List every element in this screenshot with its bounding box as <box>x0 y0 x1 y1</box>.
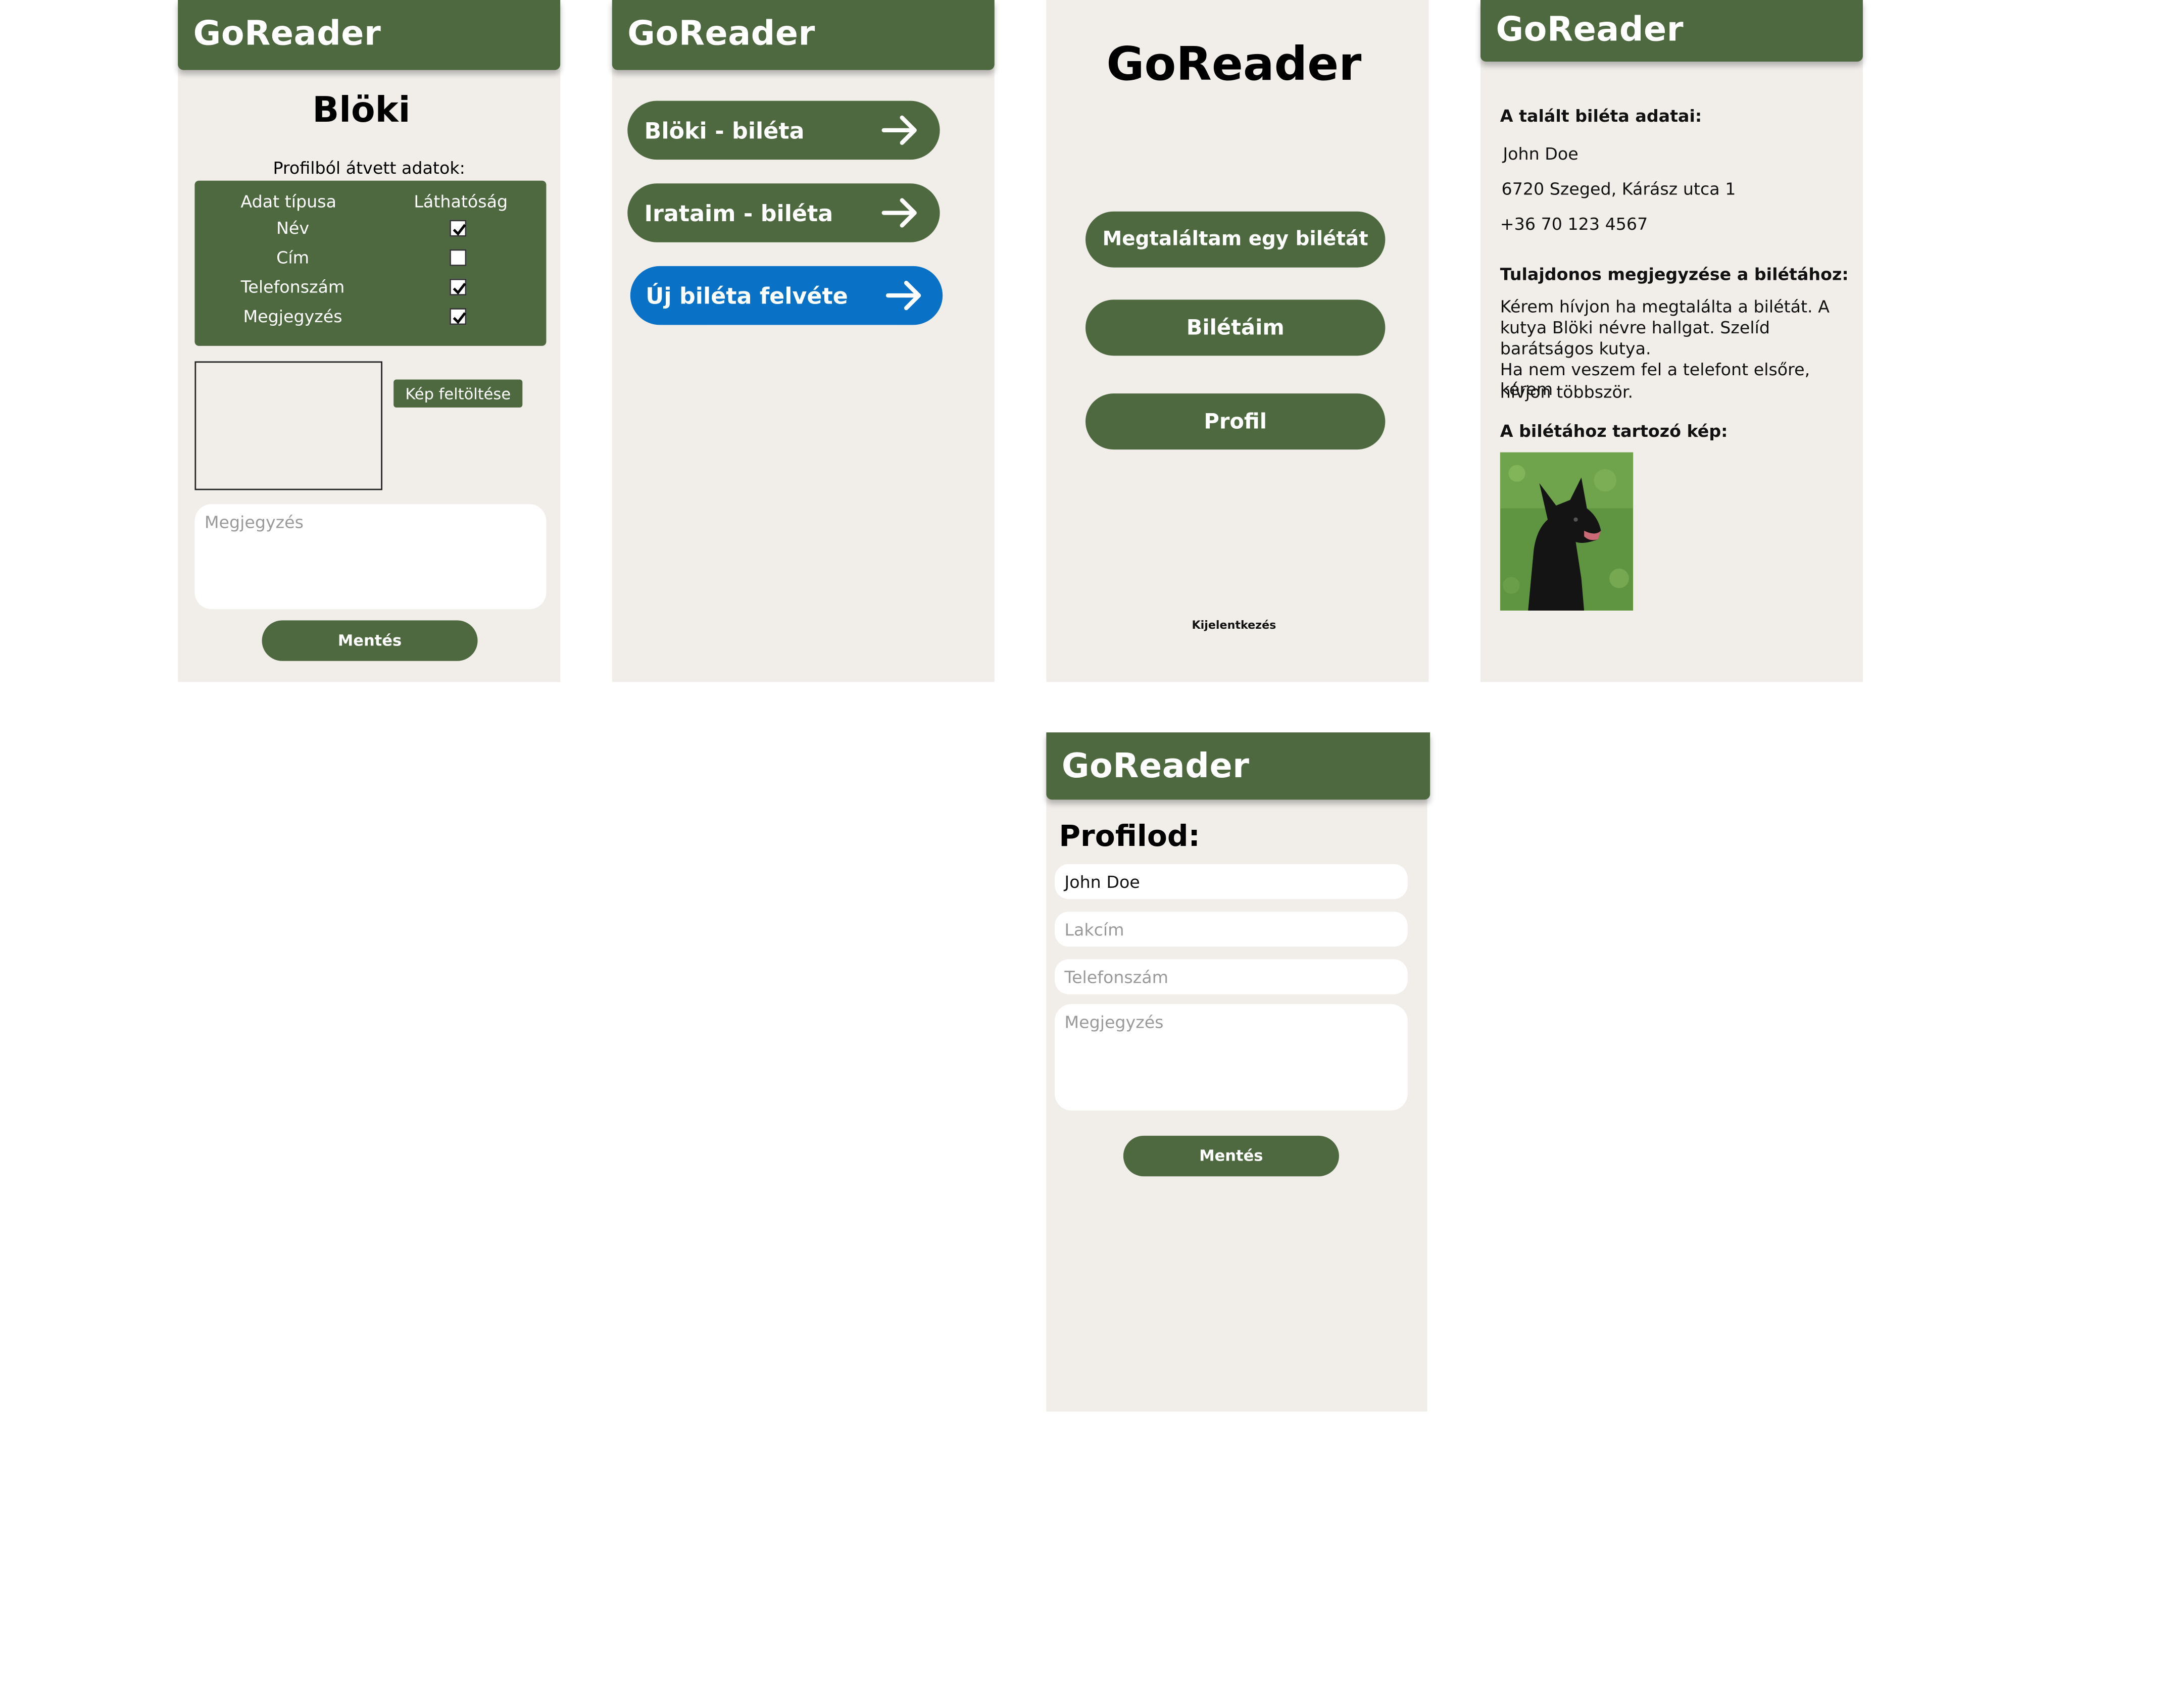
screen-tag-edit: GoReader Blöki Profilból átvett adatok: … <box>178 0 561 682</box>
dog-photo <box>1500 452 1634 611</box>
visibility-row-address: Cím <box>194 245 546 273</box>
owner-note-line: hívjon többször. <box>1500 382 1634 402</box>
app-title: GoReader <box>1496 10 1684 49</box>
add-new-tag-label: Új biléta felvéte <box>646 282 848 309</box>
visibility-checkbox-address[interactable] <box>450 249 467 266</box>
tag-item-documents[interactable]: Irataim - biléta <box>627 183 940 242</box>
app-title: GoReader <box>627 14 815 54</box>
visibility-row-note: Megjegyzés <box>194 304 546 332</box>
tag-name-title: Blöki <box>312 89 411 130</box>
checkmark-icon <box>453 312 466 324</box>
mockup-canvas: GoReader Blöki Profilból átvett adatok: … <box>0 0 2171 1708</box>
app-header: GoReader <box>178 0 561 70</box>
row-label: Megjegyzés <box>243 307 342 327</box>
save-button[interactable]: Mentés <box>262 620 478 661</box>
profile-note-textarea[interactable]: Megjegyzés <box>1054 1004 1408 1111</box>
visibility-row-phone: Telefonszám <box>194 274 546 302</box>
found-data-heading: A talált biléta adatai: <box>1500 106 1702 126</box>
tag-item-label: Irataim - biléta <box>644 199 833 226</box>
visibility-table-header: Adat típusa Láthatóság <box>194 189 546 217</box>
owner-note-line: barátságos kutya. <box>1500 339 1651 359</box>
visibility-checkbox-note[interactable] <box>450 308 467 325</box>
image-preview-box <box>194 361 383 490</box>
profile-phone-field[interactable]: Telefonszám <box>1054 959 1408 994</box>
tag-item-bloki[interactable]: Blöki - biléta <box>627 101 940 160</box>
screen-profile: GoReader Profilod: John Doe Lakcím Telef… <box>1046 732 1430 1412</box>
row-label: Cím <box>276 247 309 268</box>
owner-note-line: kutya Blöki névre hallgat. Szelíd <box>1500 318 1770 338</box>
row-label: Telefonszám <box>240 277 345 297</box>
profile-button[interactable]: Profil <box>1085 393 1386 450</box>
profile-save-button[interactable]: Mentés <box>1123 1135 1339 1177</box>
visibility-checkbox-phone[interactable] <box>450 278 467 296</box>
arrow-right-icon <box>881 115 917 145</box>
app-header: GoReader <box>1480 0 1863 62</box>
checkmark-icon <box>453 224 466 236</box>
home-app-title: GoReader <box>1106 36 1362 91</box>
app-header: GoReader <box>1046 732 1430 800</box>
owner-name: John Doe <box>1503 144 1578 164</box>
owner-note-line: Kérem hívjon ha megtalálta a bilétát. A <box>1500 296 1830 317</box>
row-label: Név <box>276 218 310 238</box>
visibility-checkbox-name[interactable] <box>450 220 467 237</box>
app-title: GoReader <box>193 14 381 54</box>
profile-data-heading: Profilból átvett adatok: <box>273 158 465 178</box>
screen-tags-list: GoReader Blöki - biléta Irataim - biléta… <box>612 0 995 682</box>
checkmark-icon <box>453 282 466 295</box>
owner-phone: +36 70 123 4567 <box>1500 214 1648 234</box>
profile-name-field[interactable]: John Doe <box>1054 864 1408 899</box>
my-tags-button[interactable]: Bilétáim <box>1085 299 1386 356</box>
profile-address-field[interactable]: Lakcím <box>1054 912 1408 947</box>
app-header: GoReader <box>612 0 995 70</box>
visibility-row-name: Név <box>194 216 546 243</box>
screen-home: GoReader Megtaláltam egy bilétát Bilétái… <box>1046 0 1429 682</box>
arrow-right-icon <box>881 198 917 228</box>
tag-image-heading: A bilétához tartozó kép: <box>1500 421 1728 441</box>
owner-address: 6720 Szeged, Kárász utca 1 <box>1501 179 1736 199</box>
add-new-tag-button[interactable]: Új biléta felvéte <box>630 266 943 325</box>
arrow-right-icon <box>885 280 921 311</box>
logout-link[interactable]: Kijelentkezés <box>1046 619 1421 632</box>
column-header-visibility: Láthatóság <box>414 191 508 212</box>
owner-note-heading: Tulajdonos megjegyzése a bilétához: <box>1500 265 1849 284</box>
column-header-type: Adat típusa <box>240 191 336 212</box>
profile-heading: Profilod: <box>1059 819 1200 853</box>
app-title: GoReader <box>1061 746 1250 786</box>
visibility-table: Adat típusa Láthatóság Név Cím Telefonsz… <box>194 180 547 346</box>
screen-found-tag: GoReader A talált biléta adatai: John Do… <box>1480 0 1863 682</box>
note-textarea[interactable]: Megjegyzés <box>194 504 547 610</box>
upload-image-button[interactable]: Kép feltöltése <box>393 379 523 408</box>
tag-item-label: Blöki - biléta <box>644 117 805 144</box>
found-tag-button[interactable]: Megtaláltam egy bilétát <box>1085 211 1386 268</box>
